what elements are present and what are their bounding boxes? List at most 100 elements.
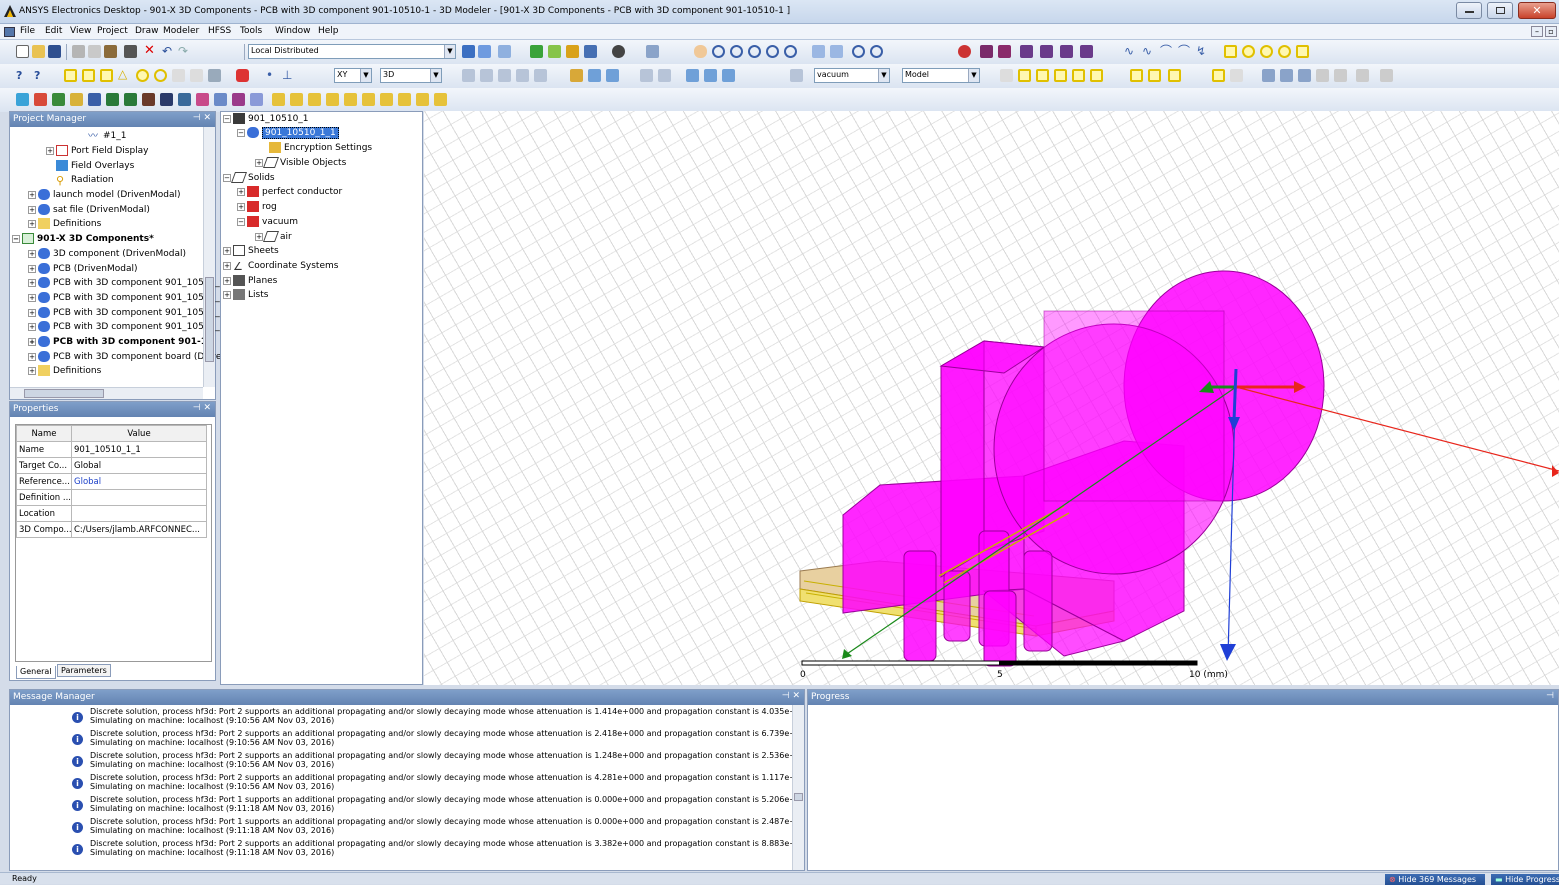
collapse-icon[interactable]: −: [223, 114, 231, 123]
pin-close-icon[interactable]: ⊣ ✕: [193, 113, 211, 123]
move-icon[interactable]: [570, 69, 583, 82]
expand-icon[interactable]: +: [28, 293, 36, 302]
property-row[interactable]: Target Co... Global: [16, 457, 207, 474]
material-assign-icon[interactable]: [790, 69, 803, 82]
fields-icon[interactable]: [1262, 69, 1275, 82]
draw-equation-icon[interactable]: ↯: [1196, 45, 1209, 58]
expand-icon[interactable]: +: [28, 205, 36, 214]
material-icon[interactable]: [236, 69, 249, 82]
scrollbar-thumb[interactable]: [205, 277, 214, 362]
circuit-design-icon[interactable]: [88, 93, 101, 106]
menu-modeler[interactable]: Modeler: [163, 26, 199, 36]
tree-item[interactable]: − 901-X 3D Components*: [12, 232, 154, 246]
copy-icon[interactable]: [88, 45, 101, 58]
snap-face-icon[interactable]: [1054, 69, 1067, 82]
fields-surface-icon[interactable]: [1356, 69, 1369, 82]
undo-icon[interactable]: ↶: [162, 45, 175, 58]
tree-item[interactable]: + Port Field Display: [46, 144, 149, 158]
property-row[interactable]: Location: [16, 505, 207, 522]
show-selected-icon[interactable]: [1020, 45, 1033, 58]
analysis-config-combo[interactable]: Local Distributed ▼: [248, 44, 456, 59]
context-help-icon[interactable]: ?: [34, 69, 47, 82]
menu-edit[interactable]: Edit: [45, 26, 62, 36]
hide-all-icon[interactable]: [998, 45, 1011, 58]
expand-icon[interactable]: +: [28, 264, 36, 273]
boundary-icon[interactable]: [584, 45, 597, 58]
coordinate-system-icon[interactable]: [208, 69, 221, 82]
cube-4-icon[interactable]: [326, 93, 339, 106]
show-all-icon[interactable]: [980, 45, 993, 58]
render-shaded-icon[interactable]: [1230, 69, 1243, 82]
expand-icon[interactable]: +: [237, 187, 245, 196]
draw-cone-icon[interactable]: △: [118, 68, 131, 82]
draw-regular-polyhedron-icon[interactable]: [100, 69, 113, 82]
new-icon[interactable]: [16, 45, 29, 58]
message-item[interactable]: i Discrete solution, process hf3d: Port …: [50, 773, 792, 795]
draw-circle-icon[interactable]: [1242, 45, 1255, 58]
pin-close-icon[interactable]: ⊣ ✕: [782, 691, 800, 701]
property-row[interactable]: Definition ...: [16, 489, 207, 506]
field-plot-icon[interactable]: [530, 45, 543, 58]
property-row[interactable]: Reference... Global: [16, 473, 207, 490]
twin-builder-icon[interactable]: [250, 93, 263, 106]
draw-sphere-icon[interactable]: [136, 69, 149, 82]
subtract-icon[interactable]: [480, 69, 493, 82]
property-value[interactable]: Global: [71, 473, 207, 490]
help-icon[interactable]: ?: [16, 69, 29, 82]
property-row[interactable]: 3D Compo... C:/Users/jlamb.ARFCONNEC...: [16, 521, 207, 538]
tree-item[interactable]: + PCB (DrivenModal): [28, 262, 137, 276]
excitation-icon[interactable]: [566, 45, 579, 58]
draw-ellipse-icon[interactable]: [1260, 45, 1273, 58]
model-view-3d[interactable]: [424, 111, 1559, 685]
tab-general[interactable]: General: [16, 666, 56, 679]
print-icon[interactable]: [124, 45, 137, 58]
cut-icon[interactable]: [72, 45, 85, 58]
tree-item[interactable]: + PCB with 3D component 901_10510_: [28, 291, 220, 305]
hfss3d-layout-icon[interactable]: [106, 93, 119, 106]
expand-icon[interactable]: +: [223, 276, 231, 285]
draw-helix-icon[interactable]: [172, 69, 185, 82]
maxwell2d-icon[interactable]: [214, 93, 227, 106]
draw-cylinder-icon[interactable]: [82, 69, 95, 82]
tree-item[interactable]: + Planes: [223, 274, 277, 288]
unite-icon[interactable]: [462, 69, 475, 82]
snap-quadrant-icon[interactable]: [1090, 69, 1103, 82]
fit-selection-icon[interactable]: [830, 45, 843, 58]
menu-window[interactable]: Window: [275, 26, 311, 36]
draw-arc-center-icon[interactable]: ⌒: [1178, 45, 1191, 58]
paste-icon[interactable]: [104, 45, 117, 58]
tree-item[interactable]: +3D component (DrivenModal): [28, 247, 186, 261]
tree-item[interactable]: Encryption Settings: [269, 141, 372, 155]
grid-icon[interactable]: [1130, 69, 1143, 82]
mdi-restore-button[interactable]: ▫: [1545, 26, 1557, 37]
results-icon[interactable]: [498, 45, 511, 58]
fields-animate-icon[interactable]: [1316, 69, 1329, 82]
tree-item[interactable]: ⚲ Radiation: [56, 173, 114, 187]
snap-edge-icon[interactable]: [1036, 69, 1049, 82]
cube-1-icon[interactable]: [272, 93, 285, 106]
mechanical-icon[interactable]: [232, 93, 245, 106]
visibility-icon[interactable]: [958, 45, 971, 58]
property-value[interactable]: Global: [71, 457, 207, 474]
open-icon[interactable]: [32, 45, 45, 58]
cube-6-icon[interactable]: [362, 93, 375, 106]
message-item[interactable]: i Discrete solution, process hf3d: Port …: [50, 751, 792, 773]
split-icon[interactable]: [516, 69, 529, 82]
mdi-minimize-button[interactable]: –: [1531, 26, 1543, 37]
expand-icon[interactable]: +: [46, 146, 54, 155]
zoom-in-icon[interactable]: [852, 45, 865, 58]
tree-item[interactable]: + PCB with 3D component board (Drive: [28, 350, 221, 364]
property-value[interactable]: 901_10510_1_1: [71, 441, 207, 458]
expand-icon[interactable]: +: [28, 337, 36, 346]
property-value[interactable]: [71, 489, 207, 506]
hide-active-icon[interactable]: [1080, 45, 1093, 58]
tree-item[interactable]: + rog: [237, 200, 277, 214]
message-item[interactable]: i Discrete solution, process hf3d: Port …: [50, 839, 792, 861]
tree-item[interactable]: − 901_10510_1_1: [237, 126, 339, 140]
tree-item[interactable]: + Definitions: [28, 217, 101, 231]
simplorer-icon[interactable]: [142, 93, 155, 106]
thicken-icon[interactable]: [722, 69, 735, 82]
pan-icon[interactable]: [694, 45, 707, 58]
draw-spline-icon[interactable]: ∿: [1142, 45, 1155, 58]
hide-selected-icon[interactable]: [1040, 45, 1053, 58]
